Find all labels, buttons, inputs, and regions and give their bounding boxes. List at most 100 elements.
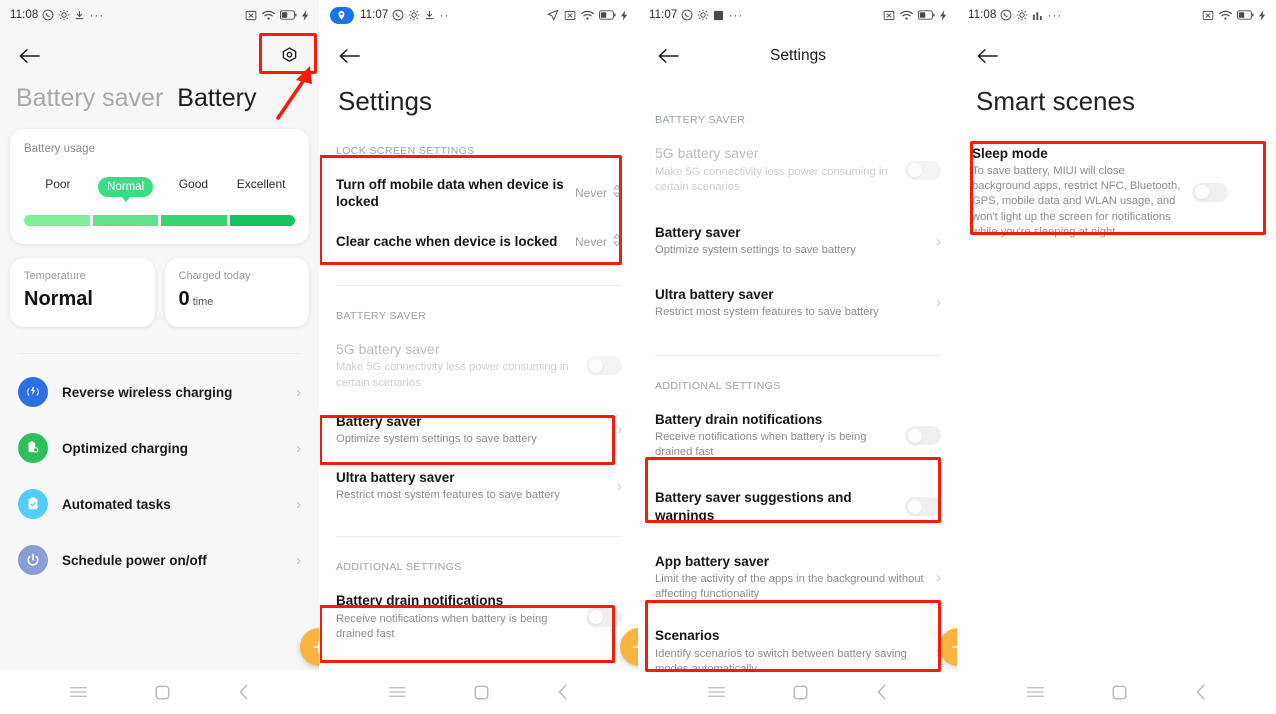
toggle-battery-saver-suggestions[interactable] — [905, 497, 941, 517]
android-nav-bar — [958, 670, 1276, 714]
charging-bolt-icon — [621, 9, 628, 21]
status-time: 11:08 — [968, 9, 997, 21]
temperature-label: Temperature — [24, 270, 86, 282]
android-nav-bar — [639, 670, 957, 714]
row-turn-off-mobile-data[interactable]: Turn off mobile data when device is lock… — [320, 165, 638, 222]
whatsapp-icon — [1000, 9, 1012, 21]
usage-level-good: Good — [178, 177, 209, 191]
android-nav-bar — [320, 670, 638, 714]
row-battery-drain-notifications[interactable]: Battery drain notifications Receive noti… — [320, 581, 638, 652]
toggle-sleep-mode[interactable] — [1192, 182, 1228, 202]
menu-icon[interactable] — [389, 685, 406, 699]
row-ultra-battery-saver[interactable]: Ultra battery saver Restrict most system… — [320, 458, 638, 514]
list-item-optimized-charging[interactable]: Optimized charging › — [0, 420, 319, 476]
row-title: Turn off mobile data when device is lock… — [336, 177, 564, 210]
more-dots-icon: ··· — [728, 8, 744, 22]
menu-icon[interactable] — [69, 685, 87, 699]
no-sim-icon — [1202, 10, 1214, 21]
square-icon — [713, 10, 724, 21]
back-button[interactable] — [972, 41, 1002, 71]
menu-icon[interactable] — [708, 685, 725, 699]
row-subtitle: Make 5G connectivity less power consumin… — [336, 361, 569, 389]
tab-battery-saver[interactable]: Battery saver — [16, 84, 163, 113]
usage-level-labels: Poor Normal Good Excellent — [24, 177, 295, 203]
list-item-automated-tasks[interactable]: Automated tasks › — [0, 476, 319, 532]
home-icon[interactable] — [1112, 685, 1127, 700]
gear-icon — [697, 9, 709, 21]
row-subtitle: Receive notifications when battery is be… — [655, 431, 867, 459]
usage-seg-1 — [24, 215, 90, 226]
feature-label: Reverse wireless charging — [62, 384, 233, 400]
temperature-value: Normal — [24, 288, 93, 310]
section-header-additional-settings: ADDITIONAL SETTINGS — [655, 379, 781, 392]
optimized-charging-icon — [18, 433, 48, 463]
no-sim-icon — [245, 10, 257, 21]
gear-icon — [408, 9, 420, 21]
usage-level-normal: Normal — [92, 177, 160, 203]
wifi-icon — [1219, 10, 1232, 21]
list-item-reverse-wireless-charging[interactable]: Reverse wireless charging › — [0, 364, 319, 420]
bar-chart-icon — [1032, 10, 1043, 21]
toggle-battery-drain-notifications[interactable] — [905, 426, 941, 446]
back-icon[interactable] — [238, 684, 250, 700]
row-title: Scenarios — [655, 628, 720, 644]
row-battery-saver[interactable]: Battery saver Optimize system settings t… — [320, 402, 638, 458]
menu-icon[interactable] — [1027, 685, 1044, 699]
row-divider — [336, 536, 622, 538]
app-bar: Settings — [639, 30, 957, 82]
list-item-schedule-power[interactable]: Schedule power on/off › — [0, 532, 319, 588]
stepper-icon[interactable] — [612, 233, 622, 252]
screen2-content: 11:07 ·· Settings LOCK SCREEN SETTINGS T… — [320, 0, 638, 670]
back-button[interactable] — [334, 41, 364, 71]
back-icon[interactable] — [1195, 684, 1207, 700]
charging-bolt-icon — [1259, 9, 1266, 21]
battery-usage-card: Battery usage Poor Normal Good Excellent — [10, 129, 309, 244]
row-battery-saver[interactable]: Battery saver Optimize system settings t… — [639, 206, 957, 269]
battery-icon — [918, 10, 935, 20]
back-button[interactable] — [653, 41, 683, 71]
charging-bolt-icon — [940, 9, 947, 21]
row-battery-drain-notifications[interactable]: Battery drain notifications Receive noti… — [639, 400, 957, 471]
tab-battery[interactable]: Battery — [177, 84, 256, 113]
back-button[interactable] — [14, 41, 44, 71]
stat-cards: Temperature Normal Charged today 0 time — [10, 258, 309, 327]
row-subtitle: Limit the activity of the apps in the ba… — [655, 573, 924, 601]
row-5g-battery-saver: 5G battery saver Make 5G connectivity le… — [320, 330, 638, 402]
home-icon[interactable] — [474, 685, 489, 700]
page-title: Settings — [769, 47, 826, 64]
gear-icon — [58, 9, 70, 21]
row-value: Never — [574, 235, 607, 250]
home-icon[interactable] — [155, 685, 170, 700]
usage-bar — [24, 215, 295, 226]
status-bar: 11:07 ·· — [320, 0, 638, 30]
more-dots-icon: ··· — [89, 8, 105, 22]
row-title: 5G battery saver — [336, 340, 440, 357]
wifi-icon — [581, 10, 594, 21]
row-scenarios[interactable]: Scenarios Identify scenarios to switch b… — [639, 613, 957, 670]
row-value: Never — [574, 186, 607, 201]
toggle-battery-drain-notifications[interactable] — [586, 607, 622, 627]
chevron-right-icon: › — [617, 477, 622, 495]
row-title: Battery saver suggestions and warnings — [655, 490, 852, 523]
row-ultra-battery-saver[interactable]: Ultra battery saver Restrict most system… — [639, 270, 957, 331]
gear-icon — [1016, 9, 1028, 21]
row-clear-cache[interactable]: Clear cache when device is locked Never — [320, 222, 638, 263]
status-bar: 11:08 ··· — [958, 0, 1276, 30]
row-subtitle: Optimize system settings to save battery — [655, 244, 856, 257]
usage-level-poor: Poor — [45, 177, 71, 191]
usage-seg-3 — [161, 215, 227, 226]
back-icon[interactable] — [557, 684, 569, 700]
row-sleep-mode[interactable]: Sleep mode To save battery, MIUI will cl… — [958, 131, 1276, 251]
settings-gear-button[interactable] — [273, 40, 305, 72]
app-bar — [0, 30, 319, 82]
more-dots-icon: ·· — [439, 8, 450, 22]
row-battery-saver-suggestions[interactable]: Battery saver suggestions and warnings — [639, 471, 957, 542]
stepper-icon[interactable] — [612, 184, 622, 203]
home-icon[interactable] — [793, 685, 808, 700]
section-divider — [18, 353, 301, 354]
chevron-right-icon: › — [936, 232, 941, 250]
back-icon[interactable] — [876, 684, 888, 700]
whatsapp-icon — [681, 9, 693, 21]
row-app-battery-saver[interactable]: App battery saver Limit the activity of … — [639, 542, 957, 613]
screen4-content: 11:08 ··· Smart scenes Sleep mode To sav… — [958, 0, 1276, 670]
